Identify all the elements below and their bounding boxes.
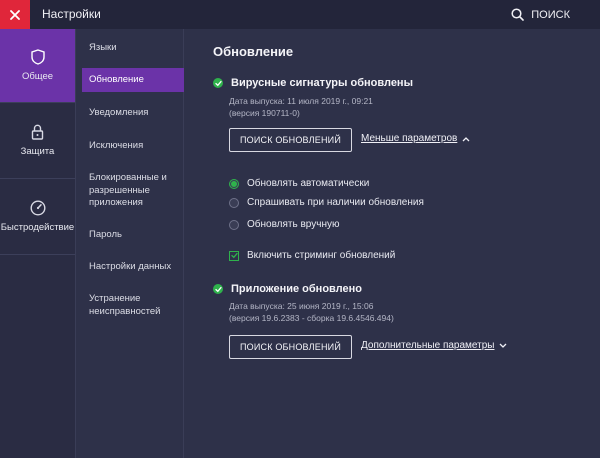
signatures-title: Вирусные сигнатуры обновлены [231,77,413,89]
divider [0,254,75,255]
radio-button[interactable] [229,219,239,230]
check-icon [213,284,223,294]
page-title: Обновление [213,44,294,59]
close-button[interactable] [0,0,30,29]
search-button[interactable]: ПОИСК [511,0,570,29]
check-icon [213,78,223,88]
chevron-up-icon [462,136,470,141]
window-title: Настройки [42,7,101,21]
application-title: Приложение обновлено [231,283,362,295]
radio-button[interactable] [229,197,239,208]
radio-button[interactable] [229,178,239,189]
radio-label: Обновлять вручную [247,219,340,230]
application-version: (версия 19.6.2383 - сборка 19.6.4546.494… [229,313,394,323]
nav-item-label: Быстродействие [0,222,75,233]
check-application-button[interactable]: ПОИСК ОБНОВЛЕНИЙ [229,335,352,359]
radio-label: Обновлять автоматически [247,178,370,189]
application-meta: Дата выпуска: 25 июня 2019 г., 15:06 (ве… [229,300,394,324]
nav-item-label: Общее [21,71,54,82]
lock-icon [31,124,44,140]
streaming-checkbox[interactable] [229,250,239,261]
close-icon [10,9,20,20]
signatures-release-date: Дата выпуска: 11 июля 2019 г., 09:21 [229,96,373,106]
streaming-label: Включить стриминг обновлений [247,250,396,261]
radio-ask-update[interactable]: Спрашивать при наличии обновления [229,197,424,208]
shield-icon [30,49,45,65]
title-bar: Настройки ПОИСК [0,0,600,29]
signatures-status: Вирусные сигнатуры обновлены [213,77,413,89]
search-icon [511,8,525,21]
signatures-version: (версия 190711-0) [229,108,300,118]
sub-item-troubleshooting[interactable]: Устранение неисправностей [82,293,172,318]
sub-item-update[interactable]: Обновление [82,68,184,92]
nav-item-general[interactable]: Общее [0,29,75,102]
streaming-updates-option[interactable]: Включить стриминг обновлений [229,250,395,261]
fewer-options-link[interactable]: Меньше параметров [361,133,470,144]
advanced-options-link[interactable]: Дополнительные параметры [361,340,507,351]
nav-item-label: Защита [20,146,55,157]
main-panel: Обновление Вирусные сигнатуры обновлены … [185,29,600,458]
chevron-down-icon [500,343,507,348]
fewer-options-label: Меньше параметров [361,133,458,144]
advanced-options-label: Дополнительные параметры [361,340,495,351]
signatures-meta: Дата выпуска: 11 июля 2019 г., 09:21 (ве… [229,95,373,119]
nav-item-protection[interactable]: Защита [0,103,75,178]
speedometer-icon [29,200,46,216]
nav-item-performance[interactable]: Быстродействие [0,179,75,254]
sub-nav: Языки Обновление Уведомления Исключения … [75,29,184,458]
search-label: ПОИСК [531,8,570,21]
check-signatures-button[interactable]: ПОИСК ОБНОВЛЕНИЙ [229,128,352,152]
radio-auto-update[interactable]: Обновлять автоматически [229,178,369,189]
checkmark-icon [230,252,238,259]
radio-label: Спрашивать при наличии обновления [247,197,424,208]
left-nav: Общее Защита Быстродействие [0,29,75,458]
sub-item-blocked-allowed-apps[interactable]: Блокированные и разрешенные приложения [82,172,178,210]
application-status: Приложение обновлено [213,283,362,295]
radio-manual-update[interactable]: Обновлять вручную [229,219,340,230]
application-release-date: Дата выпуска: 25 июня 2019 г., 15:06 [229,301,374,311]
